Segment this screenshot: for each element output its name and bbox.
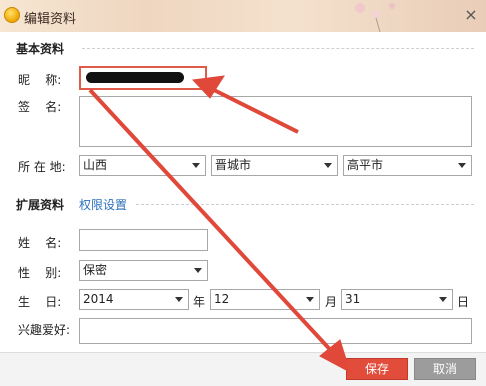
- arrow-to-nickname: [209, 86, 299, 134]
- annotation-arrows: [88, 75, 351, 374]
- arrow-to-save: [88, 88, 338, 358]
